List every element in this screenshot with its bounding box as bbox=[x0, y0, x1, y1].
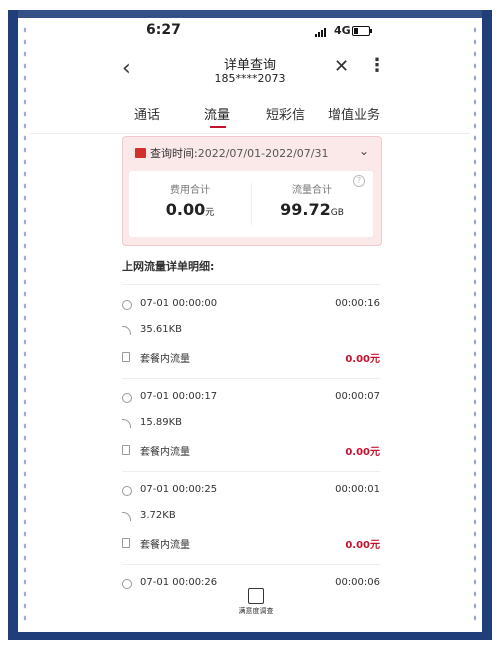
fee-total-label: 费用合计 bbox=[170, 185, 210, 196]
data-total-unit: GB bbox=[330, 208, 344, 218]
survey-icon bbox=[248, 588, 264, 604]
record-duration: 00:00:16 bbox=[335, 298, 380, 309]
list-item[interactable]: 07-01 00:00:25 00:00:01 3.72KB 套餐内流量 0.00元 bbox=[122, 472, 380, 565]
record-type: 套餐内流量 bbox=[140, 540, 190, 551]
frame-top bbox=[8, 10, 492, 18]
record-fee: 0.00元 bbox=[345, 447, 380, 458]
fee-total: 费用合计 0.00元 bbox=[129, 181, 251, 219]
record-list: 07-01 00:00:00 00:00:16 35.61KB 套餐内流量 0.00… bbox=[122, 286, 380, 628]
record-size: 15.89KB bbox=[140, 417, 183, 428]
chevron-down-icon[interactable]: ⌄ bbox=[359, 144, 369, 158]
data-total-value: 99.72 bbox=[280, 200, 331, 219]
clock-icon bbox=[122, 579, 132, 589]
survey-label: 满意度调查 bbox=[238, 607, 274, 615]
survey-button[interactable]: 满意度调查 bbox=[236, 588, 276, 616]
record-fee: 0.00元 bbox=[345, 354, 380, 365]
record-size: 3.72KB bbox=[140, 510, 176, 521]
page-title: 详单查询 bbox=[223, 58, 276, 73]
active-tab-indicator bbox=[210, 126, 226, 128]
summary-totals: ? 费用合计 0.00元 流量合计 99.72GB bbox=[129, 171, 373, 237]
tab-divider bbox=[30, 133, 470, 134]
frame-dots-left bbox=[22, 24, 28, 624]
phone-screen: 6:27 4G ‹ 详单查询 185****2073 ✕ ⋮ 通话 流量 短彩信… bbox=[30, 18, 470, 628]
section-divider bbox=[122, 284, 380, 285]
status-bar: 6:27 4G bbox=[30, 18, 470, 46]
frame-left bbox=[8, 10, 18, 640]
record-time: 07-01 00:00:25 bbox=[140, 484, 218, 495]
clock-icon bbox=[122, 393, 132, 403]
record-time: 07-01 00:00:17 bbox=[140, 391, 218, 402]
record-time: 07-01 00:00:00 bbox=[140, 298, 218, 309]
list-item[interactable]: 07-01 00:00:17 00:00:07 15.89KB 套餐内流量 0.00… bbox=[122, 379, 380, 472]
close-icon[interactable]: ✕ bbox=[334, 56, 349, 77]
signal-icon bbox=[122, 419, 131, 428]
document-icon bbox=[122, 352, 130, 362]
list-item[interactable]: 07-01 00:00:00 00:00:16 35.61KB 套餐内流量 0.00… bbox=[122, 286, 380, 379]
tab-value-added[interactable]: 增值业务 bbox=[328, 104, 380, 123]
query-time-row[interactable]: 查询时间:2022/07/01-2022/07/31 bbox=[135, 145, 329, 161]
frame-dots-right bbox=[472, 24, 478, 624]
record-size: 35.61KB bbox=[140, 324, 183, 335]
status-time: 6:27 bbox=[146, 22, 181, 38]
signal-icon bbox=[315, 28, 326, 37]
fee-total-value: 0.00 bbox=[165, 200, 206, 219]
tab-data[interactable]: 流量 bbox=[204, 104, 230, 123]
query-date-range: 2022/07/01-2022/07/31 bbox=[197, 147, 329, 160]
record-duration: 00:00:06 bbox=[335, 577, 380, 588]
query-time-label: 查询时间: bbox=[150, 147, 198, 160]
section-title: 上网流量详单明细: bbox=[122, 260, 215, 273]
record-fee: 0.00元 bbox=[345, 540, 380, 551]
record-time: 07-01 00:00:26 bbox=[140, 577, 218, 588]
network-type: 4G bbox=[334, 24, 351, 37]
tab-bar: 通话 流量 短彩信 增值业务 bbox=[30, 98, 470, 134]
document-icon bbox=[122, 445, 130, 455]
calendar-icon bbox=[135, 148, 146, 158]
record-type: 套餐内流量 bbox=[140, 354, 190, 365]
record-duration: 00:00:01 bbox=[335, 484, 380, 495]
clock-icon bbox=[122, 300, 132, 310]
record-duration: 00:00:07 bbox=[335, 391, 380, 402]
data-total-label: 流量合计 bbox=[292, 185, 332, 196]
battery-icon bbox=[352, 26, 372, 36]
frame-bottom bbox=[8, 632, 492, 640]
summary-card: 查询时间:2022/07/01-2022/07/31 ⌄ ? 费用合计 0.00… bbox=[122, 136, 382, 246]
fee-total-unit: 元 bbox=[205, 208, 215, 218]
phone-number: 185****2073 bbox=[214, 72, 286, 85]
record-type: 套餐内流量 bbox=[140, 447, 190, 458]
document-icon bbox=[122, 538, 130, 548]
clock-icon bbox=[122, 486, 132, 496]
data-total: 流量合计 99.72GB bbox=[251, 181, 373, 219]
tab-sms[interactable]: 短彩信 bbox=[266, 104, 305, 123]
header: ‹ 详单查询 185****2073 ✕ ⋮ bbox=[30, 48, 470, 98]
signal-icon bbox=[122, 326, 131, 335]
tab-calls[interactable]: 通话 bbox=[134, 104, 160, 123]
more-vertical-icon[interactable]: ⋮ bbox=[368, 55, 386, 76]
frame-right bbox=[482, 10, 492, 640]
signal-icon bbox=[122, 512, 131, 521]
